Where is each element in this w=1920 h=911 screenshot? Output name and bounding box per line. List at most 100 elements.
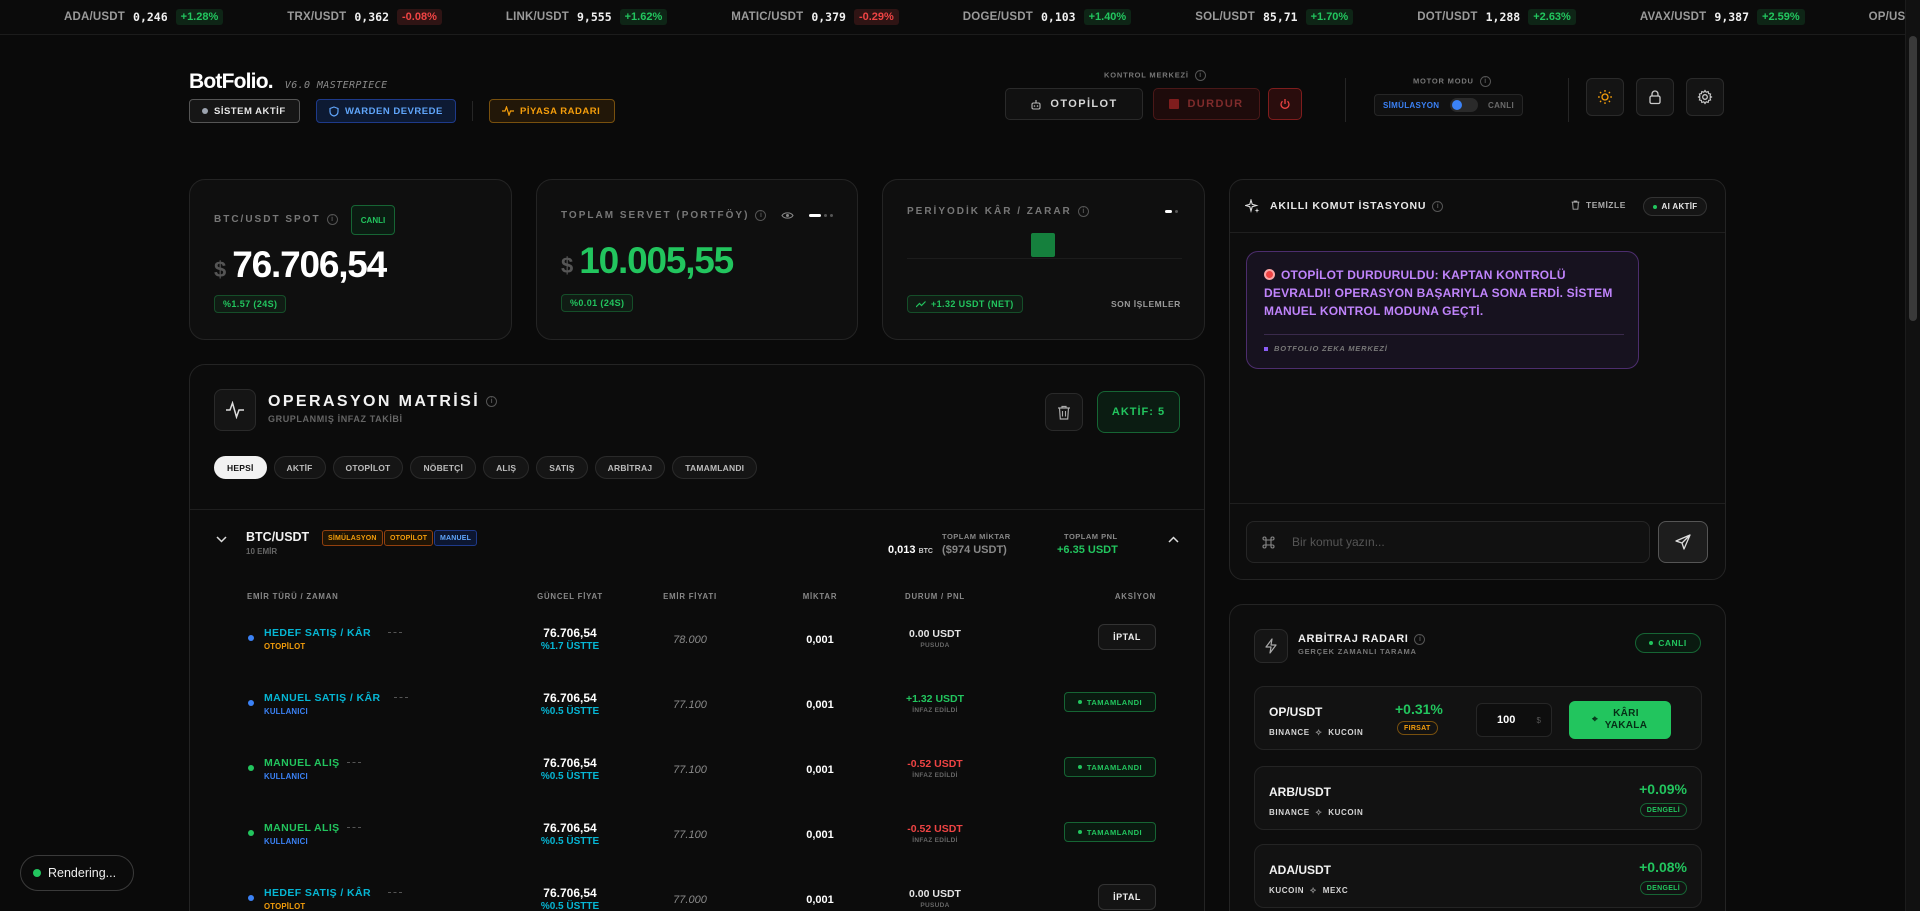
settings-button[interactable] bbox=[1686, 78, 1724, 116]
ticker-item[interactable]: SOL/USDT 85,71 +1.70% bbox=[1195, 9, 1354, 25]
order-title: MANUEL ALIŞ bbox=[264, 757, 340, 769]
price-diff: %0.5 ÜSTTE bbox=[540, 901, 600, 911]
divider bbox=[1345, 78, 1346, 122]
total-pnl: +6.35 USDT bbox=[1057, 544, 1118, 556]
ticker-item[interactable]: LINK/USDT 9,555 +1.62% bbox=[505, 9, 668, 25]
pnl-card-title: PERİYODİK KÂR / ZARAR i bbox=[907, 206, 1089, 217]
status-dot-icon bbox=[1652, 204, 1657, 209]
filter-tab[interactable]: HEPSİ bbox=[214, 456, 267, 479]
send-button[interactable] bbox=[1658, 521, 1708, 563]
filter-tab[interactable]: OTOPİLOT bbox=[332, 456, 404, 479]
active-count-button[interactable]: AKTİF: 5 bbox=[1097, 391, 1180, 433]
pager-dots-icon[interactable] bbox=[808, 214, 833, 217]
arbitrage-opportunity[interactable]: ARB/USDT BINANCE ⟡ KUCOIN +0.09% DENGELİ bbox=[1254, 766, 1702, 830]
group-pair[interactable]: BTC/USDT bbox=[246, 530, 309, 544]
filter-tab[interactable]: SATIŞ bbox=[536, 456, 588, 479]
order-row: HEDEF SATIŞ / KÂR OTOPİLOT 76.706,54 %1.7 Ü… bbox=[190, 610, 1204, 675]
pnl-bar bbox=[1031, 233, 1055, 257]
arbitrage-opportunity[interactable]: OP/USDT BINANCE ⟡ KUCOIN +0.31% FIRSAT 100 $ ⌖ KÂ… bbox=[1254, 686, 1702, 750]
trend-up-icon bbox=[916, 300, 926, 307]
order-qty: 0,001 bbox=[806, 829, 834, 841]
theme-toggle-button[interactable] bbox=[1586, 78, 1624, 116]
cancel-order-button[interactable]: İPTAL bbox=[1098, 624, 1156, 650]
order-status: PUSUDA bbox=[920, 902, 950, 909]
order-actor: KULLANICI bbox=[264, 772, 308, 781]
btc-price-value: 76.706,54 bbox=[232, 244, 387, 285]
col-quantity: MİKTAR bbox=[802, 592, 838, 601]
info-icon: i bbox=[326, 214, 338, 225]
order-row: MANUEL ALIŞ KULLANICI 76.706,54 %0.5 ÜSTTE 7… bbox=[190, 805, 1204, 870]
market-radar-button[interactable]: PİYASA RADARI bbox=[489, 99, 615, 123]
btc-price-card: BTC/USDT SPOT i CANLI $ 76.706,54 %1.57 (… bbox=[189, 179, 512, 340]
ticker-item[interactable]: AVAX/USDT 9,387 +2.59% bbox=[1640, 9, 1805, 25]
ticker-item[interactable]: DOT/USDT 1,288 +2.63% bbox=[1417, 9, 1576, 25]
ticker-item[interactable]: DOGE/USDT 0,103 +1.40% bbox=[962, 9, 1132, 25]
sun-icon bbox=[1598, 90, 1612, 104]
pnl-card: PERİYODİK KÂR / ZARAR i +1.32 USDT (NET) … bbox=[882, 179, 1205, 340]
ticker-item[interactable]: TRX/USDT 0,362 -0.08% bbox=[287, 9, 442, 25]
col-current-price: GÜNCEL FİYAT bbox=[537, 592, 603, 601]
filter-tab[interactable]: ARBİTRAJ bbox=[594, 456, 666, 479]
scrollbar-thumb[interactable] bbox=[1909, 36, 1917, 321]
filter-tab[interactable]: AKTİF bbox=[273, 456, 326, 479]
order-status: İNFAZ EDİLDİ bbox=[912, 707, 958, 714]
ticker-price: 0,103 bbox=[1040, 10, 1076, 24]
arb-amount-input[interactable]: 100 $ bbox=[1476, 703, 1552, 737]
mode-toggle[interactable] bbox=[1449, 98, 1478, 112]
price-diff: %0.5 ÜSTTE bbox=[540, 836, 600, 847]
status-dot-icon bbox=[202, 108, 208, 114]
clear-orders-button[interactable] bbox=[1045, 393, 1083, 431]
total-qty-label: TOPLAM MİKTAR bbox=[942, 532, 1011, 541]
filter-tab[interactable]: NÖBETÇİ bbox=[410, 456, 477, 479]
chevron-up-icon[interactable] bbox=[1168, 536, 1179, 543]
clear-chat-button[interactable]: TEMİZLE bbox=[1571, 200, 1626, 210]
crosshair-icon: ⌖ bbox=[1592, 714, 1598, 725]
ticker-item[interactable]: MATIC/USDT 0,379 -0.29% bbox=[731, 9, 899, 25]
command-input[interactable] bbox=[1292, 535, 1622, 549]
warden-badge[interactable]: WARDEN DEVREDE bbox=[316, 99, 456, 123]
recent-trades-link[interactable]: SON İŞLEMLER bbox=[1111, 299, 1181, 309]
status-dot-icon bbox=[1077, 830, 1082, 834]
order-price: 77.000 bbox=[673, 894, 707, 906]
pager-dots-icon[interactable] bbox=[1165, 210, 1178, 213]
control-center-label: KONTROL MERKEZİ i bbox=[1104, 70, 1206, 81]
command-input-wrapper[interactable] bbox=[1246, 521, 1650, 563]
ticker-price: 85,71 bbox=[1262, 10, 1298, 24]
order-qty: 0,001 bbox=[806, 634, 834, 646]
arb-exchanges: KUCOIN ⟡ MEXC bbox=[1269, 885, 1349, 895]
stop-button[interactable]: DURDUR bbox=[1153, 88, 1260, 120]
divider bbox=[1568, 78, 1569, 122]
lock-button[interactable] bbox=[1636, 78, 1674, 116]
page-scrollbar[interactable] bbox=[1905, 0, 1920, 911]
pnl-chart-baseline bbox=[907, 258, 1182, 259]
autopilot-button[interactable]: OTOPİLOT bbox=[1005, 88, 1143, 120]
eye-icon[interactable] bbox=[781, 211, 794, 220]
ticker-symbol: LINK/USDT bbox=[505, 11, 569, 23]
autopilot-label: OTOPİLOT bbox=[1050, 98, 1118, 110]
capture-profit-button[interactable]: ⌖ KÂRI YAKALA bbox=[1569, 701, 1671, 739]
order-pnl: -0.52 USDT bbox=[907, 758, 963, 770]
chevron-down-icon[interactable] bbox=[216, 536, 227, 543]
arbitrage-opportunity[interactable]: ADA/USDT KUCOIN ⟡ MEXC +0.08% DENGELİ bbox=[1254, 844, 1702, 908]
ticker-item[interactable]: OP/USDT0,13+2.69% bbox=[1869, 9, 1905, 25]
order-dash bbox=[346, 827, 361, 828]
order-status: PUSUDA bbox=[920, 642, 950, 649]
system-status-badge[interactable]: SİSTEM AKTİF bbox=[189, 99, 300, 123]
cancel-order-button[interactable]: İPTAL bbox=[1098, 884, 1156, 910]
filter-tab[interactable]: ALIŞ bbox=[483, 456, 530, 479]
info-icon: i bbox=[1077, 206, 1089, 217]
ticker-item[interactable]: ADA/USDT 0,246 +1.28% bbox=[64, 9, 224, 25]
ai-message-text: OTOPİLOT DURDURULDU: KAPTAN KONTROLÜ DEV… bbox=[1264, 268, 1613, 318]
tag-manual: MANUEL bbox=[434, 530, 478, 546]
engine-mode-switch[interactable]: SİMÜLASYON CANLI bbox=[1374, 94, 1523, 116]
ticker-symbol: OP/USDT bbox=[1868, 11, 1905, 23]
ticker-symbol: DOGE/USDT bbox=[962, 11, 1033, 23]
filter-tab[interactable]: TAMAMLANDI bbox=[672, 456, 758, 479]
portfolio-card-title: TOPLAM SERVET (PORTFÖY) i bbox=[561, 210, 833, 221]
order-title: MANUEL SATIŞ / KÂR bbox=[264, 692, 381, 704]
mode-live-label[interactable]: CANLI bbox=[1488, 101, 1514, 110]
mode-simulation-label[interactable]: SİMÜLASYON bbox=[1383, 101, 1439, 110]
matrix-title: OPERASYON MATRİSİ i bbox=[268, 393, 498, 411]
power-button[interactable] bbox=[1268, 88, 1302, 120]
divider bbox=[1230, 503, 1725, 504]
